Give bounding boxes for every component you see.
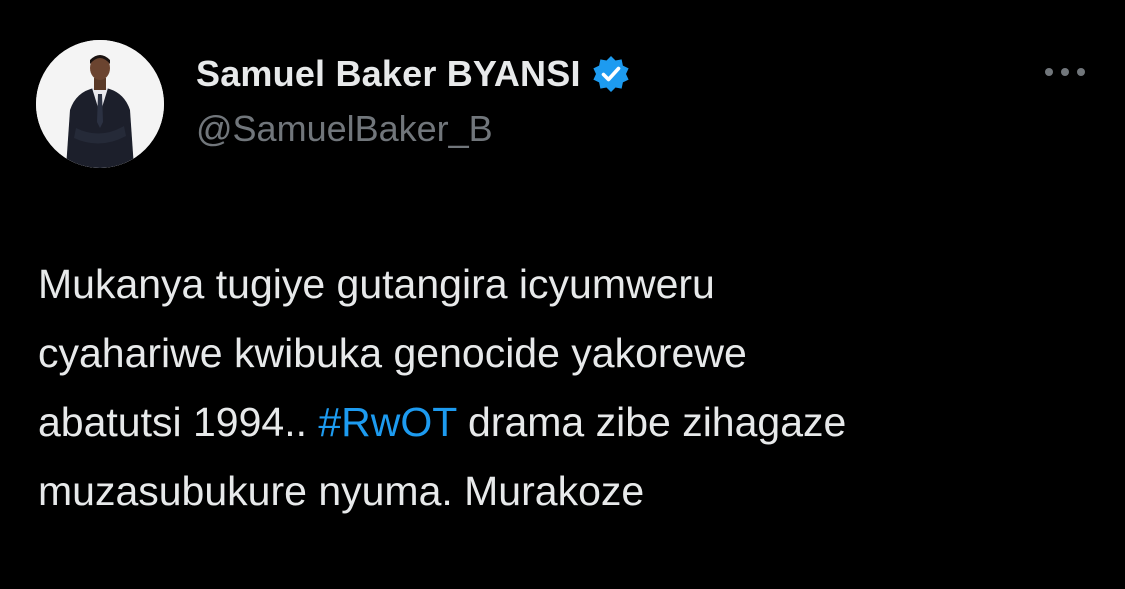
hashtag-link[interactable]: #RwOT — [318, 399, 456, 445]
avatar[interactable] — [36, 40, 164, 168]
verified-badge-icon — [591, 54, 631, 94]
author-handle[interactable]: @SamuelBaker_B — [196, 108, 493, 150]
tweet-text-line: cyahariwe kwibuka genocide yakorewe — [38, 330, 747, 376]
tweet-text-segment: abatutsi 1994.. — [38, 399, 319, 445]
more-options-icon[interactable] — [1040, 58, 1090, 86]
tweet-text-line: abatutsi 1994.. #RwOT drama zibe zihagaz… — [38, 388, 1098, 457]
tweet-text: Mukanya tugiye gutangira icyumweru cyaha… — [38, 250, 1098, 526]
profile-photo-icon — [36, 40, 164, 168]
tweet-text-segment: drama zibe zihagaze — [456, 399, 847, 445]
tweet: Samuel Baker BYANSI @SamuelBaker_B Mukan… — [0, 0, 1125, 589]
tweet-text-line: Mukanya tugiye gutangira icyumweru — [38, 261, 715, 307]
author-display-name[interactable]: Samuel Baker BYANSI — [196, 53, 581, 95]
tweet-text-line: muzasubukure nyuma. Murakoze — [38, 468, 645, 514]
author-name-row: Samuel Baker BYANSI — [196, 52, 631, 96]
